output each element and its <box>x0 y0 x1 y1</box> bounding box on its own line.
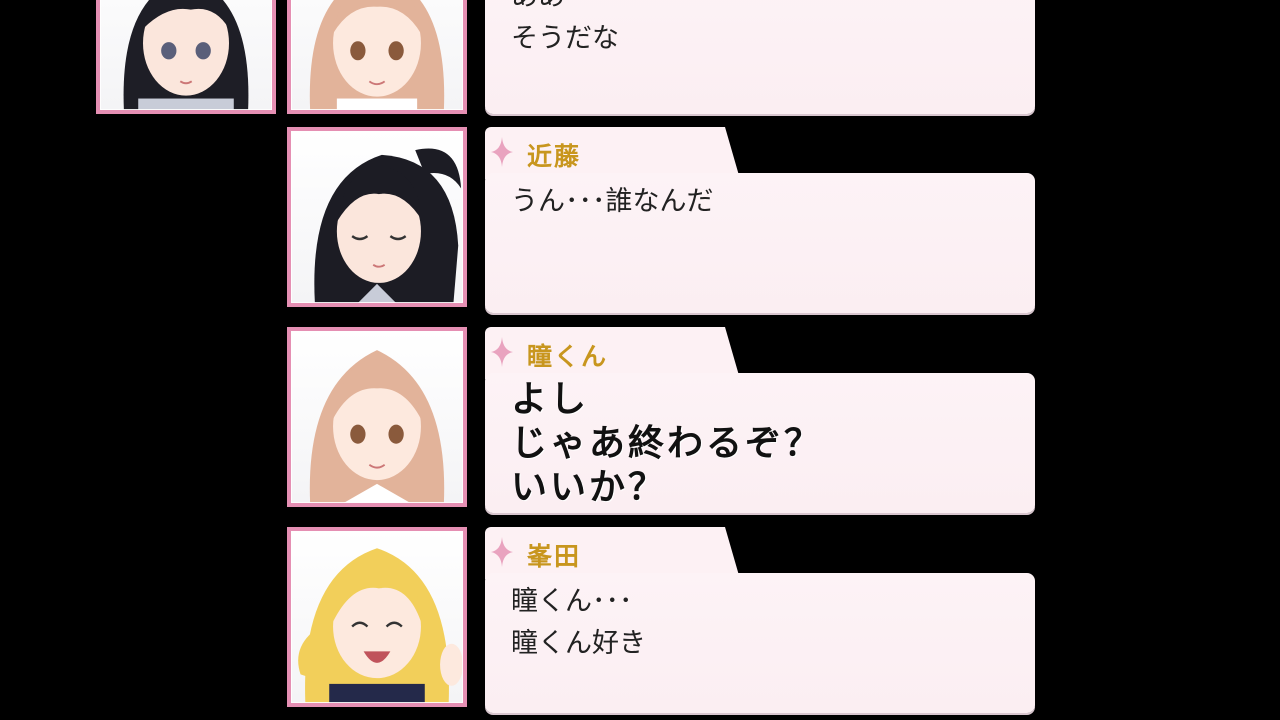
speaker-tab <box>485 327 740 379</box>
sparkle-icon <box>491 537 513 567</box>
log-entry: 近藤 うん･･･誰なんだ <box>485 127 1035 313</box>
log-entry: ああ そうだな <box>485 0 1035 114</box>
character-portrait-icon <box>309 0 445 110</box>
message-bubble: 瞳くん･･･ 瞳くん好き <box>485 573 1035 713</box>
character-portrait-icon <box>123 0 249 110</box>
message-bubble: うん･･･誰なんだ <box>485 173 1035 313</box>
message-bubble: よし じゃあ終わるぞ？ いいか？ <box>485 373 1035 513</box>
sparkle-icon <box>491 337 513 367</box>
portrait-blonde-girl <box>287 527 467 707</box>
log-entry: 峯田 瞳くん･･･ 瞳くん好き <box>485 527 1035 713</box>
speaker-tab <box>485 127 740 179</box>
character-portrait-icon <box>314 148 462 303</box>
character-portrait-icon <box>309 350 445 503</box>
message-text: よし じゃあ終わるぞ？ いいか？ <box>511 378 824 508</box>
speaker-name: 瞳くん <box>527 342 609 371</box>
message-text: うん･･･誰なんだ <box>511 186 714 217</box>
speaker-name: 近藤 <box>527 142 582 171</box>
speaker-tab <box>485 527 740 579</box>
portrait-light-brown-hair-girl <box>287 327 467 507</box>
message-bubble: ああ そうだな <box>485 0 1035 114</box>
portrait-light-brown-hair-girl <box>287 0 467 114</box>
message-text: 瞳くん･･･ 瞳くん好き <box>511 586 646 659</box>
sparkle-icon <box>491 137 513 167</box>
log-entry: 瞳くん よし じゃあ終わるぞ？ いいか？ <box>485 327 1035 513</box>
backlog-screen: ああ そうだな 近藤 うん･･･誰なんだ <box>0 0 1280 720</box>
message-text: ああ そうだな <box>511 0 619 54</box>
portrait-dark-ponytail-girl <box>287 127 467 307</box>
portrait-dark-hair-girl <box>96 0 276 114</box>
speaker-name: 峯田 <box>527 542 582 571</box>
character-portrait-icon <box>298 548 463 703</box>
